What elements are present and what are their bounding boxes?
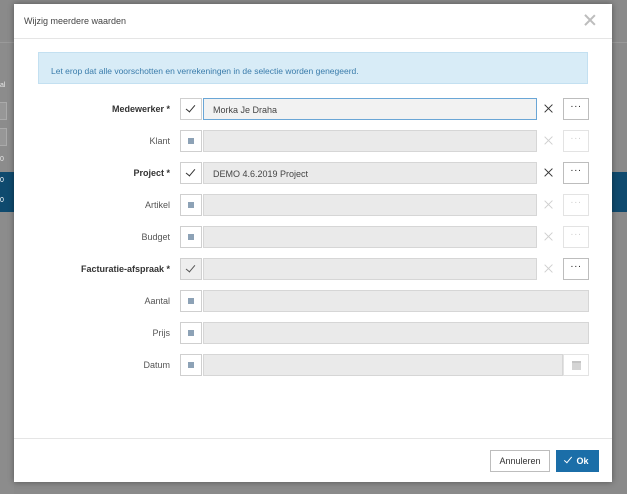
checkmark-icon [185, 262, 196, 273]
unchecked-indicator [188, 138, 194, 144]
close-icon[interactable] [582, 12, 598, 28]
include-checkbox[interactable] [180, 194, 202, 216]
background-selected-row [612, 172, 627, 212]
field-row-klant: Klant ··· [14, 130, 612, 152]
field-label: Klant [149, 136, 170, 146]
checkmark-icon [564, 454, 573, 464]
ellipsis-icon: ··· [563, 226, 589, 248]
unchecked-indicator [188, 362, 194, 368]
clear-x-icon[interactable] [537, 162, 561, 184]
field-label: Medewerker * [111, 104, 170, 114]
include-checkbox[interactable] [180, 258, 202, 280]
dialog-header: Wijzig meerdere waarden [14, 4, 612, 39]
background-divider [0, 42, 14, 43]
field-label: Datum [143, 360, 170, 370]
unchecked-indicator [188, 330, 194, 336]
dialog-title: Wijzig meerdere waarden [24, 16, 127, 26]
background-divider [612, 42, 627, 43]
clear-x-icon [537, 130, 561, 152]
checkmark-icon [185, 166, 196, 177]
field-label: Prijs [152, 328, 171, 338]
ellipsis-icon: ··· [563, 130, 589, 152]
ellipsis-icon[interactable]: ··· [563, 162, 589, 184]
field-label: Artikel [144, 200, 170, 210]
ok-button-label: Ok [576, 456, 589, 466]
artikel-input[interactable] [203, 194, 537, 216]
field-label: Project * [133, 168, 170, 178]
unchecked-indicator [188, 202, 194, 208]
background-label: 0 [0, 197, 4, 204]
calendar-button[interactable] [563, 354, 589, 376]
background-label: 0 [0, 177, 4, 184]
field-row-project: Project * DEMO 4.6.2019 Project ··· [14, 162, 612, 184]
include-checkbox[interactable] [180, 354, 202, 376]
ellipsis-icon: ··· [563, 194, 589, 216]
prijs-input[interactable] [203, 322, 589, 344]
unchecked-indicator [188, 298, 194, 304]
klant-input[interactable] [203, 130, 537, 152]
field-row-budget: Budget ··· [14, 226, 612, 248]
include-checkbox[interactable] [180, 290, 202, 312]
datum-input[interactable] [203, 354, 563, 376]
checkmark-icon [185, 102, 196, 113]
budget-input[interactable] [203, 226, 537, 248]
clear-x-icon [537, 194, 561, 216]
field-label: Aantal [144, 296, 170, 306]
aantal-input[interactable] [203, 290, 589, 312]
project-input[interactable]: DEMO 4.6.2019 Project [203, 162, 537, 184]
cancel-button[interactable]: Annuleren [490, 450, 550, 472]
clear-x-icon[interactable] [537, 98, 561, 120]
field-row-aantal: Aantal [14, 290, 612, 312]
field-label: Facturatie-afspraak * [80, 264, 170, 274]
field-row-datum: Datum [14, 354, 612, 376]
ellipsis-icon[interactable]: ··· [563, 258, 589, 280]
include-checkbox[interactable] [180, 322, 202, 344]
info-alert: Let erop dat alle voorschotten en verrek… [38, 52, 588, 84]
clear-x-icon [537, 258, 561, 280]
ellipsis-icon[interactable]: ··· [563, 98, 589, 120]
background-field [0, 102, 7, 120]
include-checkbox[interactable] [180, 130, 202, 152]
background-label: 0 [0, 156, 4, 163]
ok-button[interactable]: Ok [556, 450, 599, 472]
field-row-artikel: Artikel ··· [14, 194, 612, 216]
field-row-prijs: Prijs [14, 322, 612, 344]
calendar-icon [572, 361, 581, 370]
field-label: Budget [141, 232, 170, 242]
include-checkbox[interactable] [180, 98, 202, 120]
field-row-medewerker: Medewerker * Morka Je Draha ··· [14, 98, 612, 120]
background-label: al [0, 82, 6, 89]
unchecked-indicator [188, 234, 194, 240]
facturatie-afspraak-input[interactable] [203, 258, 537, 280]
edit-multiple-values-dialog: Wijzig meerdere waarden Let erop dat all… [14, 4, 612, 482]
field-row-facturatie-afspraak: Facturatie-afspraak * ··· [14, 258, 612, 280]
include-checkbox[interactable] [180, 162, 202, 184]
background-field [0, 128, 7, 146]
medewerker-input[interactable]: Morka Je Draha [203, 98, 537, 120]
clear-x-icon [537, 226, 561, 248]
include-checkbox[interactable] [180, 226, 202, 248]
